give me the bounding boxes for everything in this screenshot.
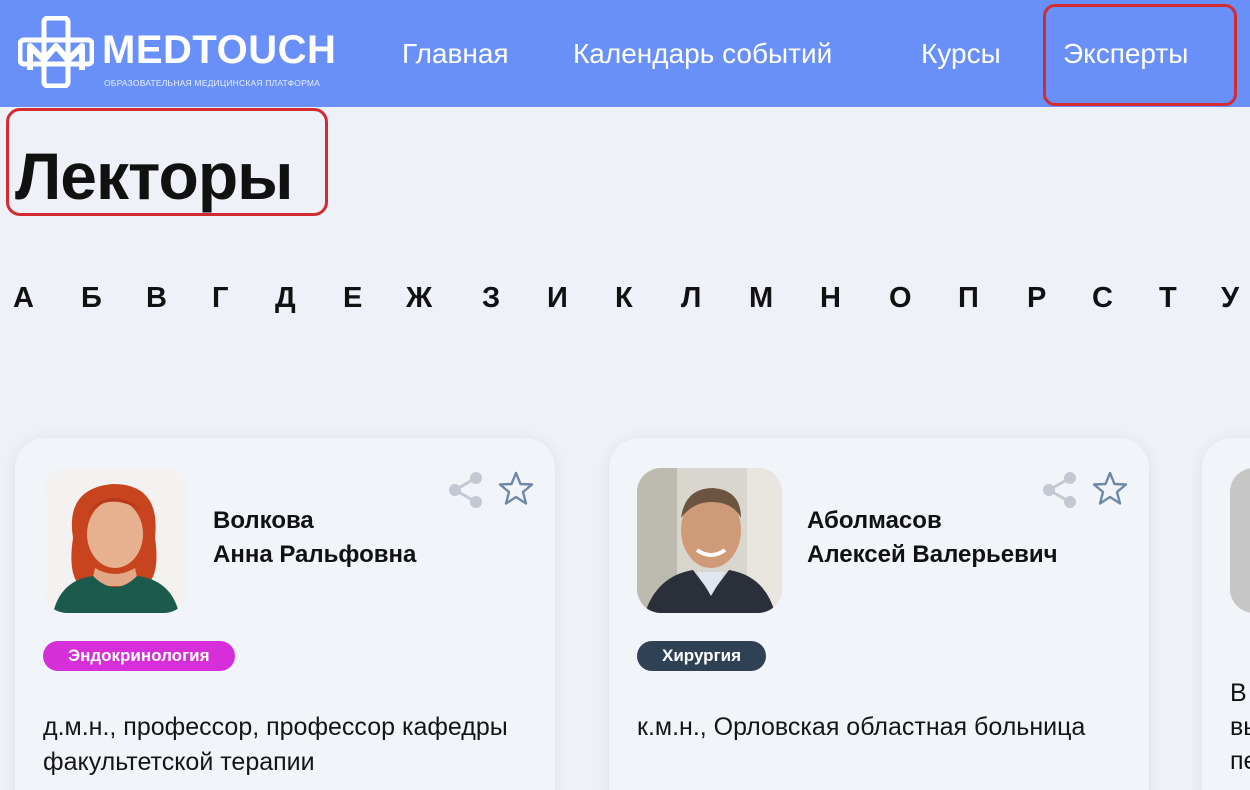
lecturer-name[interactable]: Волкова Анна Ральфовна: [213, 504, 416, 572]
logo-wordmark: MEDTOUCH: [102, 28, 337, 72]
letter-filter[interactable]: З: [482, 280, 500, 316]
lecturer-card[interactable]: В вы пе: [1202, 438, 1250, 790]
nav-link-courses[interactable]: Курсы: [921, 0, 1001, 107]
letter-filter[interactable]: Е: [343, 280, 362, 316]
lecturer-card[interactable]: Волкова Анна Ральфовна Эндокринология д.…: [15, 438, 555, 790]
specialty-badge[interactable]: Хирургия: [637, 641, 767, 671]
alphabet-filter: А Б В Г Д Е Ж З И К Л М Н О П Р С Т У: [0, 280, 1250, 316]
letter-filter[interactable]: Т: [1159, 280, 1177, 316]
lecturer-portrait-image: [1230, 468, 1250, 613]
specialty-badge[interactable]: Эндокринология: [43, 641, 235, 671]
letter-filter[interactable]: О: [889, 280, 912, 316]
letter-filter[interactable]: Н: [820, 280, 841, 316]
letter-filter[interactable]: И: [547, 280, 568, 316]
letter-filter[interactable]: Ж: [406, 280, 432, 316]
letter-filter[interactable]: П: [958, 280, 979, 316]
lecturer-given-names: Алексей Валерьевич: [807, 541, 1058, 568]
star-icon[interactable]: [1091, 470, 1129, 508]
letter-filter[interactable]: В: [146, 280, 167, 316]
letter-filter[interactable]: Г: [212, 280, 228, 316]
title-highlight-box: [6, 108, 328, 216]
letter-filter[interactable]: М: [749, 280, 773, 316]
lecturer-portrait-image: [637, 468, 782, 613]
medtouch-logo[interactable]: MEDTOUCH ОБРАЗОВАТЕЛЬНАЯ МЕДИЦИНСКАЯ ПЛА…: [18, 14, 348, 94]
lecturer-description: к.м.н., Орловская областная больница: [637, 713, 1086, 741]
nav-link-events-calendar[interactable]: Календарь событий: [573, 0, 832, 107]
letter-filter[interactable]: Л: [681, 280, 701, 316]
letter-filter[interactable]: К: [615, 280, 633, 316]
logo-tagline: ОБРАЗОВАТЕЛЬНАЯ МЕДИЦИНСКАЯ ПЛАТФОРМА: [104, 78, 321, 88]
letter-filter[interactable]: У: [1221, 280, 1239, 316]
lecturer-description: д.м.н., профессор, профессор кафедры фак…: [43, 713, 508, 776]
letter-filter[interactable]: А: [13, 280, 34, 316]
lecturer-name[interactable]: Аболмасов Алексей Валерьевич: [807, 504, 1058, 572]
share-icon[interactable]: [1041, 470, 1079, 510]
lecturer-photo: [43, 468, 188, 613]
lecturer-surname: Волкова: [213, 507, 314, 534]
nav-link-courses-label: Курсы: [921, 37, 1001, 69]
nav-link-home[interactable]: Главная: [402, 0, 509, 107]
share-icon[interactable]: [447, 470, 485, 510]
letter-filter[interactable]: С: [1092, 280, 1113, 316]
letter-filter[interactable]: Б: [81, 280, 102, 316]
star-icon[interactable]: [497, 470, 535, 508]
letter-filter[interactable]: Д: [275, 280, 296, 316]
lecturer-photo: [637, 468, 782, 613]
letter-filter[interactable]: Р: [1027, 280, 1046, 316]
lecturer-card[interactable]: Аболмасов Алексей Валерьевич Хирургия к.…: [609, 438, 1149, 790]
lecturer-photo: [1230, 468, 1250, 613]
lecturer-given-names: Анна Ральфовна: [213, 541, 417, 568]
nav-link-home-label: Главная: [402, 37, 509, 69]
medtouch-logo-icon: [18, 16, 94, 88]
lecturer-surname: Аболмасов: [807, 507, 942, 534]
experts-highlight-box: [1043, 4, 1237, 106]
lecturer-description: В вы пе: [1230, 679, 1250, 775]
nav-link-events-calendar-label: Календарь событий: [573, 37, 833, 69]
lecturer-portrait-image: [43, 468, 188, 613]
